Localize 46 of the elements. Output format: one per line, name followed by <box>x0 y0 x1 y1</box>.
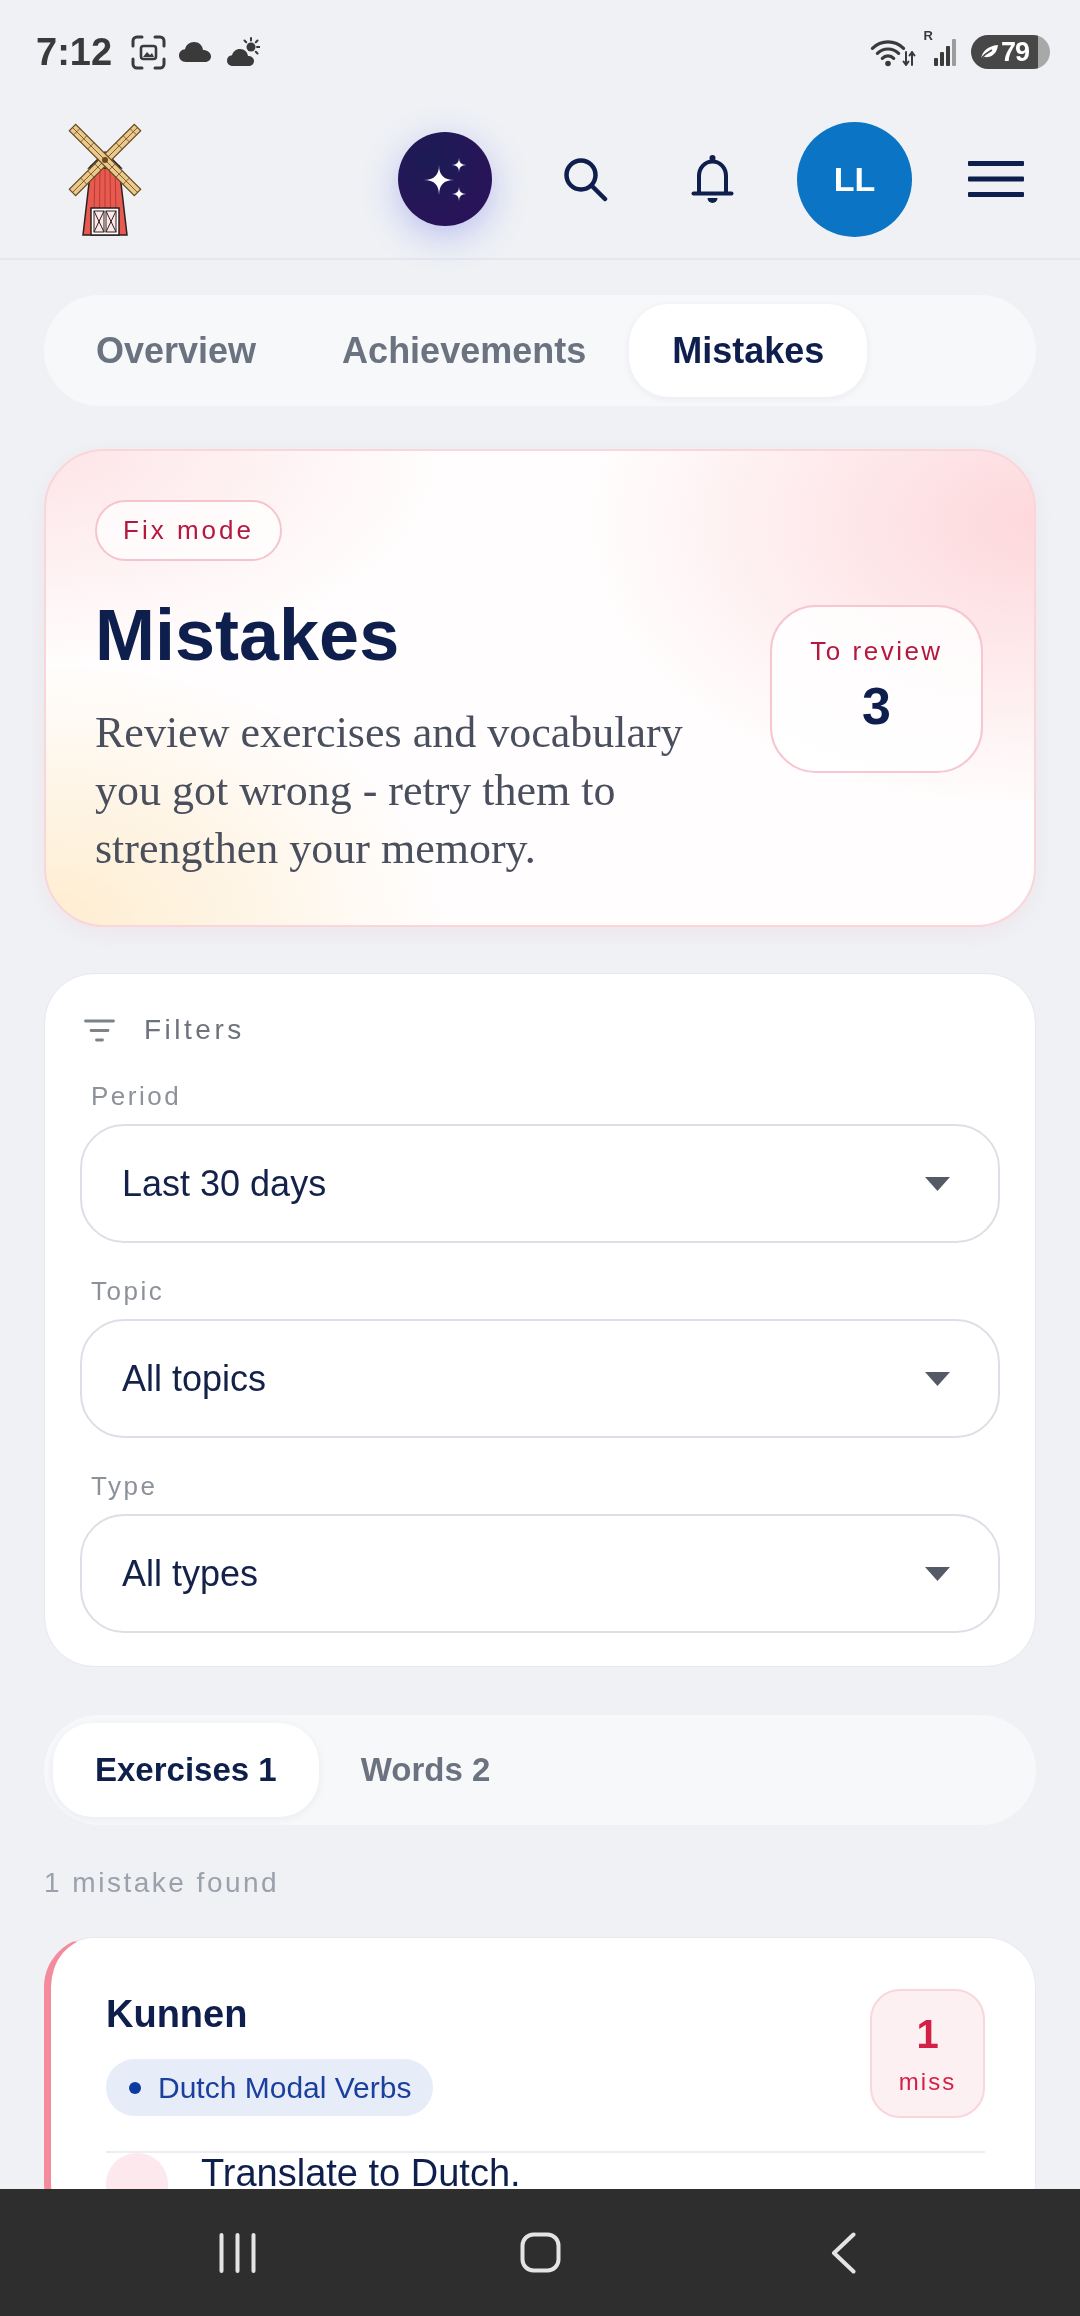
page-title: Mistakes <box>95 596 400 675</box>
battery-percentage: 79 <box>1001 38 1030 66</box>
home-icon[interactable] <box>519 2232 561 2273</box>
topic-name: Dutch Modal Verbs <box>158 2070 412 2105</box>
tab[interactable]: Mistakes <box>629 304 868 397</box>
tab[interactable]: Achievements <box>299 304 630 397</box>
result-count: 1 mistake found <box>44 1867 280 1899</box>
signal-icon <box>934 38 956 66</box>
screenshot-icon <box>131 34 167 70</box>
miss-count: 1 <box>916 2013 939 2054</box>
step-marker-icon <box>106 2153 168 2189</box>
dropdown-field[interactable]: All types <box>80 1514 1000 1633</box>
mistake-title: Kunnen <box>106 1992 248 2037</box>
recent-apps-icon[interactable] <box>218 2232 256 2273</box>
roaming-indicator: R <box>923 29 933 42</box>
mode-badge: Fix mode <box>95 500 282 561</box>
leaf-icon <box>979 44 999 60</box>
cloud-sun-icon <box>226 37 261 67</box>
field-label: Topic <box>91 1276 165 1306</box>
search-icon[interactable] <box>563 156 608 202</box>
wifi-icon <box>869 37 916 67</box>
filter-icon <box>84 1018 115 1042</box>
miss-label: miss <box>898 2069 957 2094</box>
tab[interactable]: Words 2 <box>318 1723 533 1817</box>
review-count: 3 <box>862 680 891 732</box>
filters-heading: Filters <box>144 1014 245 1046</box>
status-time: 7:12 <box>36 33 113 71</box>
page-description: Review exercises and vocabulary you got wrong - retry them to strengthen your memory. <box>95 707 684 875</box>
exercise-prompt: Translate to Dutch. <box>201 2154 521 2189</box>
tab[interactable]: Exercises 1 <box>53 1723 319 1817</box>
back-icon[interactable] <box>830 2231 856 2274</box>
dot-icon <box>129 2081 141 2094</box>
caret-icon <box>925 1371 950 1386</box>
review-label: To review <box>810 636 943 666</box>
tab[interactable]: Overview <box>53 304 300 397</box>
field-label: Period <box>91 1081 182 1111</box>
bell-icon[interactable] <box>691 153 734 205</box>
field-label: Type <box>91 1471 158 1501</box>
menu-icon[interactable] <box>968 161 1024 197</box>
cloud-icon <box>178 41 214 63</box>
avatar-button[interactable]: LL <box>797 121 912 237</box>
dropdown-field[interactable]: Last 30 days <box>80 1124 1000 1243</box>
windmill-logo[interactable] <box>67 122 143 236</box>
caret-icon <box>925 1176 950 1191</box>
dropdown-field[interactable]: All topics <box>80 1319 1000 1438</box>
caret-icon <box>925 1566 950 1581</box>
